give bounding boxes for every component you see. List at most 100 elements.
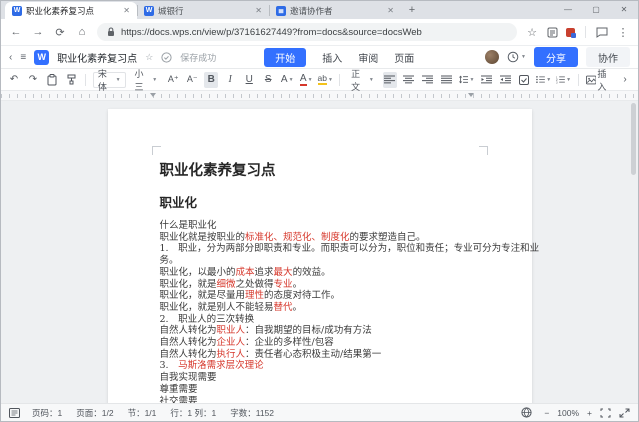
doc-line: 1. 职业，分为两部分即职责和专业。而职责可以分为，职位和责任；专业可分为专注和… xyxy=(159,243,540,255)
tab-favicon: W xyxy=(12,5,22,16)
hamburger-icon[interactable]: ≡ xyxy=(20,52,26,63)
increase-indent-icon[interactable] xyxy=(498,72,512,88)
favorite-star-icon[interactable]: ☆ xyxy=(145,52,153,63)
fit-page-icon[interactable] xyxy=(600,408,611,418)
document-title: 职业化素养复习点 xyxy=(57,53,138,65)
forward-icon[interactable]: → xyxy=(31,26,45,38)
undo-icon[interactable]: ↶ xyxy=(7,72,21,88)
scrollbar-thumb[interactable] xyxy=(631,103,636,175)
browser-tab[interactable]: ≣ 邀请协作者 ✕ xyxy=(269,2,401,19)
browser-tab-bar: W 职业化素养复习点 ✕ W 城银行 ✕ ≣ 邀请协作者 ✕ + — ▢ ✕ xyxy=(1,1,638,19)
menu-bar: 开始 插入 审阅 页面 xyxy=(264,47,477,67)
font-size-select[interactable]: 小三 ▼ xyxy=(131,69,162,92)
svg-text:3: 3 xyxy=(556,80,558,84)
decrease-font-icon[interactable]: A⁻ xyxy=(185,72,199,88)
minimize-button[interactable]: — xyxy=(554,1,582,17)
doc-line: 务。 xyxy=(159,255,179,267)
app-back-icon[interactable]: ‹ xyxy=(9,52,12,63)
doc-line: 自然人转化为职业人：自我期望的目标/成功有方法 xyxy=(159,325,372,337)
line-spacing-button[interactable]: ▼ xyxy=(458,72,474,88)
doc-line: 尊重需要 xyxy=(159,383,198,395)
maximize-button[interactable]: ▢ xyxy=(582,1,610,17)
margin-mark-left xyxy=(151,146,161,155)
document-map-icon[interactable] xyxy=(9,407,20,418)
extension-icon[interactable] xyxy=(566,27,576,38)
reader-mode-icon[interactable] xyxy=(547,27,558,38)
paragraph-style-select[interactable]: 正文 ▼ xyxy=(347,69,378,92)
vertical-scrollbar[interactable] xyxy=(631,103,636,401)
underline-button[interactable]: U xyxy=(242,72,256,88)
numbered-list-button[interactable]: 1 2 3 ▼ xyxy=(556,72,571,88)
tab-title: 邀请协作者 xyxy=(290,5,333,16)
share-button[interactable]: 分享 xyxy=(534,47,578,67)
status-field: 节：1/1 xyxy=(127,407,157,418)
url-bar[interactable]: https://docs.wps.cn/view/p/37161627449?f… xyxy=(97,23,517,41)
tab-title: 职业化素养复习点 xyxy=(26,5,95,16)
strikethrough-button[interactable]: S xyxy=(261,72,275,88)
ruler[interactable] xyxy=(1,91,638,101)
menu-item-开始[interactable]: 开始 xyxy=(264,47,307,67)
italic-button[interactable]: I xyxy=(223,72,237,88)
insert-picture-button[interactable]: 插入 xyxy=(585,69,613,92)
browser-tab[interactable]: W 城银行 ✕ xyxy=(137,2,269,19)
close-button[interactable]: ✕ xyxy=(610,1,638,17)
doc-body-heading: 职业化 xyxy=(159,195,198,210)
avatar[interactable] xyxy=(485,50,500,64)
text-effects-button[interactable]: A ▼ xyxy=(280,72,294,88)
tab-close-icon[interactable]: ✕ xyxy=(122,6,131,15)
align-left-button[interactable] xyxy=(382,71,397,88)
checkbox-list-icon[interactable] xyxy=(517,72,531,88)
doc-line: 什么是职业化 xyxy=(159,220,217,231)
chat-icon[interactable] xyxy=(596,27,608,38)
font-color-button[interactable]: A ▼ xyxy=(299,72,313,88)
align-right-button[interactable] xyxy=(421,72,435,88)
redo-icon[interactable]: ↷ xyxy=(26,72,40,88)
menu-item-插入[interactable]: 插入 xyxy=(322,50,342,65)
status-field: 页码：1 xyxy=(32,407,63,418)
browser-menu-icon[interactable]: ⋮ xyxy=(616,26,630,39)
align-justify-button[interactable] xyxy=(440,72,454,88)
home-icon[interactable]: ⌂ xyxy=(75,26,89,38)
menu-item-页面[interactable]: 页面 xyxy=(394,50,414,65)
browser-tab[interactable]: W 职业化素养复习点 ✕ xyxy=(5,2,137,19)
reload-icon[interactable]: ⟳ xyxy=(53,26,67,39)
language-icon[interactable] xyxy=(521,407,532,418)
tab-close-icon[interactable]: ✕ xyxy=(386,6,395,15)
zoom-in-button[interactable]: + xyxy=(587,408,592,418)
save-status: 保存成功 xyxy=(180,52,217,63)
margin-mark-right xyxy=(478,146,488,155)
left-indent-marker[interactable] xyxy=(150,93,156,97)
bookmark-star-icon[interactable]: ☆ xyxy=(525,26,539,39)
history-button[interactable]: ▼ xyxy=(507,51,526,63)
align-center-button[interactable] xyxy=(402,72,416,88)
back-icon[interactable]: ← xyxy=(9,26,23,38)
right-indent-marker[interactable] xyxy=(468,93,474,97)
document-canvas[interactable]: 职业化素养复习点 职业化 什么是职业化 职业化就是按职业的标准化、规范化、制度化的… xyxy=(1,101,638,403)
collaborate-button[interactable]: 协作 xyxy=(586,47,630,67)
doc-body-title: 职业化素养复习点 xyxy=(159,162,276,179)
doc-line: 职业化，以最小的成本追求最大的效益。 xyxy=(159,266,331,278)
zoom-out-button[interactable]: − xyxy=(544,408,549,418)
document-page[interactable]: 职业化素养复习点 职业化 什么是职业化 职业化就是按职业的标准化、规范化、制度化的… xyxy=(107,109,540,403)
status-field: 字数：1152 xyxy=(230,407,274,418)
ruler-ticks xyxy=(1,94,638,98)
tab-close-icon[interactable]: ✕ xyxy=(254,6,263,15)
highlight-color-button[interactable]: ab ▼ xyxy=(317,72,333,88)
new-tab-button[interactable]: + xyxy=(405,3,419,17)
decrease-indent-icon[interactable] xyxy=(479,72,493,88)
paste-icon[interactable] xyxy=(45,72,59,88)
increase-font-icon[interactable]: A⁺ xyxy=(166,72,180,88)
fullscreen-icon[interactable] xyxy=(619,408,630,418)
toolbar-expand-icon[interactable]: › xyxy=(618,72,632,88)
format-painter-icon[interactable] xyxy=(64,72,78,88)
status-field: 页面：1/2 xyxy=(76,407,114,418)
status-fields: 页码：1 页面：1/2 节：1/1 行：1 列：1 字数：1152 xyxy=(32,407,274,419)
cloud-saved-icon xyxy=(161,51,172,63)
wps-logo[interactable]: W xyxy=(34,49,50,65)
bullet-list-button[interactable]: ▼ xyxy=(536,72,551,88)
font-name-select[interactable]: 宋体 ▼ xyxy=(92,69,126,92)
menu-item-审阅[interactable]: 审阅 xyxy=(358,50,378,65)
bold-button[interactable]: B xyxy=(204,71,219,88)
zoom-level[interactable]: 100% xyxy=(557,408,579,418)
status-bar: 页码：1 页面：1/2 节：1/1 行：1 列：1 字数：1152 − 100% + xyxy=(1,403,638,421)
